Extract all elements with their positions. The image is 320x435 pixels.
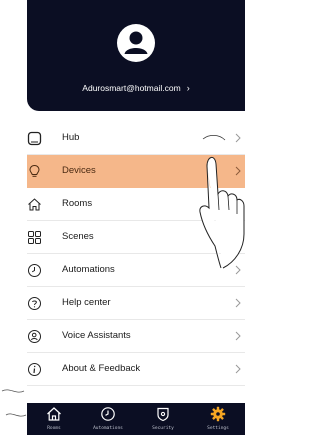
left-margin [0,0,27,435]
scenes-icon [28,231,41,244]
hub-icon [27,131,42,146]
menu-item-label: About & Feedback [62,363,141,374]
menu-item-label: Hub [62,132,80,143]
info-icon [28,363,41,376]
menu-item-label: Scenes [62,231,94,242]
menu-item-label: Voice Assistants [62,330,131,341]
help-icon [28,297,41,310]
account-row[interactable]: Adurosmart@hotmail.com › [27,80,245,96]
bulb-icon [29,164,40,177]
tab-label: Rooms [47,426,61,431]
chevron-right-icon [235,331,241,341]
menu-item-label: Help center [62,297,111,308]
hand-drawn-mark [1,389,27,417]
home-icon [28,198,41,211]
account-email: Adurosmart@hotmail.com [82,83,181,93]
tab-rooms[interactable]: Rooms [27,403,81,435]
chevron-right-icon: › [186,83,190,93]
menu-item-help-center[interactable]: Help center [27,287,245,320]
menu-item-label: Automations [62,264,115,275]
pointing-hand-icon [199,134,245,269]
clock-icon [101,407,115,421]
tab-settings[interactable]: Settings [191,403,245,435]
home-icon [47,407,61,421]
account-header: Adurosmart@hotmail.com › [27,0,245,111]
tab-label: Security [152,426,174,431]
menu-item-label: Rooms [62,198,93,209]
menu-item-voice-assistants[interactable]: Voice Assistants [27,320,245,353]
avatar-icon[interactable] [117,24,155,62]
tab-automations[interactable]: Automations [81,403,135,435]
bottom-tab-bar: Rooms Automations Security Settings [27,403,245,435]
clock-icon [28,264,41,277]
menu-item-label: Devices [62,165,96,176]
menu-item-about-feedback[interactable]: About & Feedback [27,353,245,386]
chevron-right-icon [235,298,241,308]
tab-security[interactable]: Security [136,403,190,435]
shield-icon [157,407,169,422]
chevron-right-icon [235,364,241,374]
gear-icon [210,406,226,422]
tab-label: Settings [207,426,229,431]
voice-icon [28,330,41,343]
tab-label: Automations [93,426,123,431]
